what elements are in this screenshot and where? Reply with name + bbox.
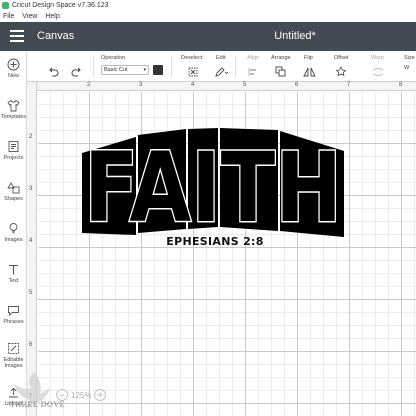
shapes-icon — [7, 180, 21, 194]
sidebar-item-text[interactable]: Text — [0, 262, 27, 284]
edit-label: Edit — [216, 55, 226, 61]
sidebar-item-shapes[interactable]: Shapes — [0, 180, 27, 202]
deselect-icon[interactable] — [187, 65, 199, 77]
editable-images-icon — [7, 341, 21, 355]
app-header: Canvas Untitled* — [0, 22, 416, 51]
sidebar-item-label: Shapes — [4, 196, 23, 202]
align-label: Align — [247, 55, 260, 61]
operation-value: Basic Cut — [104, 67, 128, 73]
sidebar-item-label: Images — [4, 237, 23, 243]
ruler-number: 6 — [29, 342, 33, 348]
offset-icon[interactable] — [335, 65, 347, 77]
faith-title-artwork[interactable]: FAITH — [78, 125, 348, 243]
cricut-app-icon — [2, 2, 9, 9]
left-sidebar: New Templates Projects Shapes Images Tex… — [0, 51, 27, 416]
speech-icon — [7, 303, 21, 317]
ruler-number: 2 — [29, 134, 33, 140]
ruler-number: 8 — [399, 82, 403, 88]
warp-icon[interactable] — [371, 65, 384, 77]
ruler-number: 6 — [295, 82, 299, 88]
ruler-number: 7 — [347, 82, 351, 88]
ruler-top: 2 3 4 5 6 7 8 — [37, 82, 416, 91]
projects-icon — [7, 139, 21, 153]
shirt-icon — [7, 98, 21, 112]
menu-help[interactable]: Help — [45, 13, 59, 20]
window-title: Cricut Design Space v7.36.123 — [12, 2, 109, 9]
sidebar-item-label: Phrases — [3, 319, 24, 325]
size-width-label: W — [404, 65, 410, 71]
arrange-icon[interactable] — [275, 65, 287, 77]
ruler-number: 5 — [243, 82, 247, 88]
edit-pencil-icon[interactable] — [214, 65, 229, 77]
arrange-label: Arrange — [271, 55, 291, 61]
sidebar-item-phrases[interactable]: Phrases — [0, 303, 27, 325]
sidebar-item-editable-images[interactable]: Editable Images — [0, 341, 27, 369]
sidebar-item-label: Projects — [3, 155, 24, 161]
sidebar-item-new[interactable]: New — [0, 57, 27, 79]
redo-icon[interactable] — [71, 65, 83, 77]
design-group[interactable]: FAITH EPHESIANS 2:8 — [78, 125, 348, 255]
toolbar-divider — [93, 55, 94, 77]
window-titlebar: Cricut Design Space v7.36.123 — [0, 0, 416, 11]
flip-label: Flip — [304, 55, 313, 61]
ruler-number: 3 — [29, 186, 33, 192]
deselect-label: Deselect — [181, 55, 203, 61]
document-title[interactable]: Untitled* — [250, 30, 340, 42]
verse-text[interactable]: EPHESIANS 2:8 — [160, 235, 270, 248]
offset-label: Offset — [334, 55, 349, 61]
operation-color-swatch[interactable] — [153, 65, 163, 75]
section-title: Canvas — [37, 30, 75, 42]
sidebar-item-projects[interactable]: Projects — [0, 139, 27, 161]
ruler-number: 2 — [87, 82, 91, 88]
zoom-level: 125% — [71, 390, 92, 400]
chevron-down-icon: ▾ — [143, 67, 146, 73]
warp-label: Warp — [371, 55, 384, 61]
sidebar-item-templates[interactable]: Templates — [0, 98, 27, 120]
ruler-number: 5 — [29, 290, 33, 296]
zoom-in-button[interactable]: + — [94, 389, 107, 401]
sidebar-item-label: New — [7, 73, 19, 79]
menu-view[interactable]: View — [22, 13, 37, 20]
zoom-out-button[interactable]: − — [56, 389, 68, 401]
ruler-number: 4 — [29, 238, 33, 244]
size-label: Size — [404, 55, 415, 61]
toolbar-divider — [235, 55, 236, 77]
edit-toolbar: Operation Basic Cut ▾ Deselect Edit Alig… — [27, 51, 416, 82]
flip-icon[interactable] — [303, 65, 316, 77]
operation-select[interactable]: Basic Cut ▾ — [101, 65, 149, 75]
ruler-number: 3 — [139, 82, 143, 88]
text-icon — [7, 262, 21, 276]
sidebar-item-label: Templates — [0, 114, 27, 120]
zoom-control: − 125% + — [56, 388, 107, 402]
lightbulb-icon — [7, 221, 21, 235]
menu-bar: File View Help — [0, 11, 416, 22]
sidebar-item-label: Text — [8, 278, 19, 284]
toolbar-divider — [171, 55, 172, 77]
align-icon[interactable] — [247, 65, 259, 77]
ruler-number: 4 — [191, 82, 195, 88]
hamburger-menu-icon[interactable] — [10, 30, 24, 42]
operation-label: Operation — [101, 55, 126, 61]
sidebar-item-images[interactable]: Images — [0, 221, 27, 243]
plus-icon — [7, 57, 21, 71]
menu-file[interactable]: File — [3, 13, 14, 20]
faith-title: FAITH — [84, 132, 342, 243]
undo-icon[interactable] — [47, 65, 59, 77]
